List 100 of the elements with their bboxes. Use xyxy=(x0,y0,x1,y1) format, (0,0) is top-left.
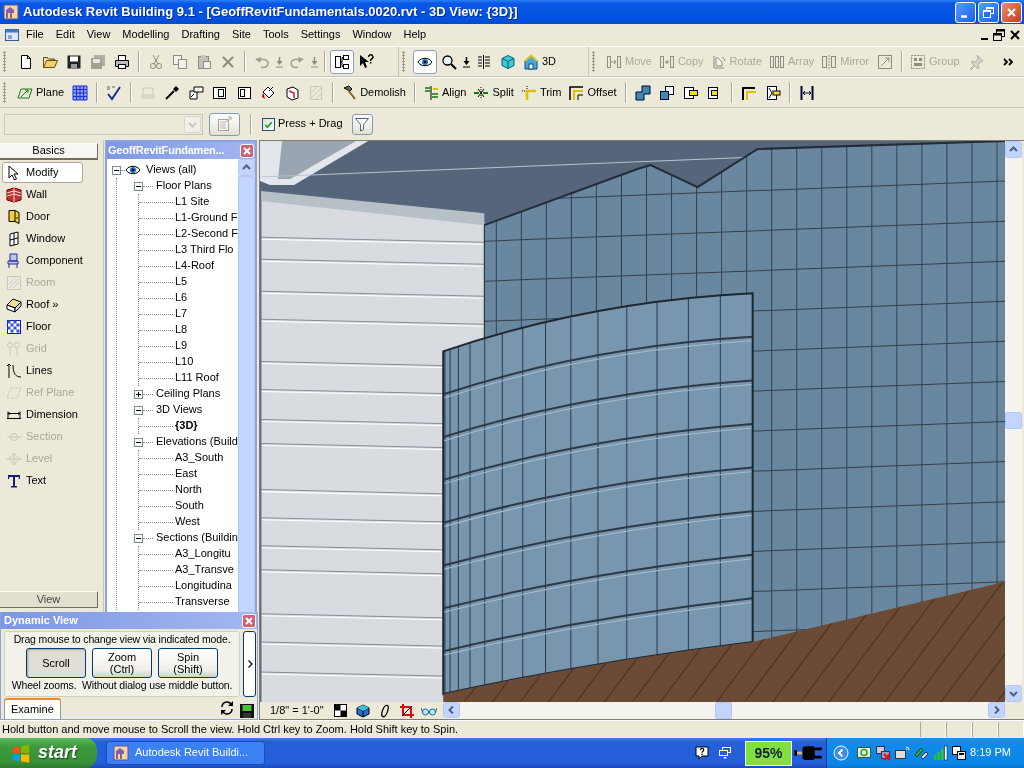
default-3d-button[interactable]: 3D xyxy=(520,49,561,74)
menu-item[interactable]: Tools xyxy=(256,27,295,43)
tree-item[interactable]: Views (all) xyxy=(145,163,198,177)
design-tool-button[interactable]: Window xyxy=(2,228,83,249)
tree-item[interactable]: East xyxy=(174,467,198,481)
tree-item[interactable]: L5 xyxy=(174,275,189,289)
battery-meter[interactable]: 95% xyxy=(745,740,792,766)
design-tool-button[interactable]: Lines xyxy=(2,360,83,381)
tree-item[interactable]: A3_South xyxy=(174,451,225,465)
trim-button[interactable]: Trim xyxy=(517,80,566,105)
design-bar-tab[interactable]: Basics xyxy=(0,143,98,160)
plane-button[interactable]: Plane xyxy=(14,80,69,105)
help-balloon-icon[interactable] xyxy=(694,745,710,761)
minus-box-icon[interactable] xyxy=(134,405,143,415)
minus-box-icon[interactable] xyxy=(134,181,143,191)
tree-item[interactable]: South xyxy=(174,499,205,513)
menu-item[interactable]: File xyxy=(20,27,50,43)
menu-item[interactable]: View xyxy=(80,27,117,43)
tree-item[interactable]: Ceiling Plans xyxy=(155,387,222,401)
tree-item[interactable]: West xyxy=(174,515,201,529)
close-button[interactable] xyxy=(1001,1,1022,23)
design-bar-tab[interactable]: View xyxy=(0,591,98,608)
press-drag-checkbox[interactable] xyxy=(262,117,275,131)
tree-item[interactable]: Transverse xyxy=(174,595,231,609)
shaded-cube-icon[interactable] xyxy=(354,702,371,719)
align-button[interactable]: Align xyxy=(420,80,471,105)
tree-item[interactable]: L1-Ground F xyxy=(174,211,238,225)
minus-box-icon[interactable] xyxy=(134,437,143,447)
view-scale-button[interactable]: 1/8" = 1'-0" xyxy=(270,703,327,718)
filter-button[interactable] xyxy=(351,113,373,135)
tray-expand-icon[interactable] xyxy=(833,745,849,761)
split-button[interactable]: Split xyxy=(470,80,518,105)
start-button[interactable]: start xyxy=(0,738,97,768)
tree-item[interactable]: Elevations (Build xyxy=(155,435,238,449)
tree-item[interactable]: {3D} xyxy=(174,419,199,433)
design-tool-button[interactable]: Wall xyxy=(2,184,83,205)
minimize-button[interactable] xyxy=(955,1,976,23)
tree-item[interactable]: L7 xyxy=(174,307,189,321)
tree-item[interactable]: Sections (Buildin xyxy=(155,531,238,545)
stacked-cards-icon[interactable] xyxy=(951,745,967,761)
network-error-icon[interactable] xyxy=(875,745,891,761)
wireless-computer-icon[interactable] xyxy=(894,745,910,761)
design-tool-button[interactable]: Door xyxy=(2,206,83,227)
tree-item[interactable]: L6 xyxy=(174,291,189,305)
monitor-sync-icon[interactable] xyxy=(856,745,872,761)
menu-item[interactable]: Modelling xyxy=(116,27,176,43)
tree-item[interactable]: L3 Third Flo xyxy=(174,243,235,257)
tree-item[interactable]: L9 xyxy=(174,339,189,353)
tree-item[interactable]: North xyxy=(174,483,203,497)
offset-button[interactable]: Offset xyxy=(565,80,621,105)
tree-item[interactable]: L4-Roof xyxy=(174,259,216,273)
toolbar-grip[interactable] xyxy=(402,51,405,72)
design-tool-button[interactable]: Floor xyxy=(2,316,83,337)
detail-level-icon[interactable] xyxy=(332,702,349,719)
tree-item[interactable]: A3_Longitu xyxy=(174,547,232,561)
tree-item[interactable]: A3_Transve xyxy=(174,563,235,577)
menu-item[interactable]: Drafting xyxy=(175,27,226,43)
design-tool-button[interactable]: Modify xyxy=(2,162,83,183)
tree-item[interactable]: Longitudina xyxy=(174,579,233,593)
hierarchy-toggle-button[interactable] xyxy=(330,49,354,74)
stacked-windows-icon[interactable] xyxy=(717,745,733,761)
plus-box-icon[interactable] xyxy=(134,389,143,399)
menu-item[interactable]: Help xyxy=(397,27,433,43)
menu-item[interactable]: Edit xyxy=(49,27,81,43)
refresh-arrows-icon[interactable] xyxy=(219,700,235,716)
menu-item[interactable]: Window xyxy=(346,27,398,43)
close-icon[interactable] xyxy=(1010,30,1020,40)
demolish-button[interactable]: Demolish xyxy=(338,80,410,105)
crop-region-icon[interactable] xyxy=(398,702,415,719)
restore-icon[interactable] xyxy=(993,29,1005,41)
tree-item[interactable]: L11 Roof xyxy=(174,371,220,385)
tree-item[interactable]: L8 xyxy=(174,323,189,337)
signal-bars-icon[interactable] xyxy=(932,745,948,761)
minus-box-icon[interactable] xyxy=(112,165,121,175)
toolbar-grip[interactable] xyxy=(592,51,595,72)
menu-item[interactable]: Site xyxy=(226,27,257,43)
document-window-icon[interactable] xyxy=(4,27,20,43)
dynamic-view-button[interactable] xyxy=(413,49,437,74)
diagonal-arrows-icon[interactable] xyxy=(913,745,929,761)
design-tool-button[interactable]: Text xyxy=(2,470,83,491)
scrollbar-thumb[interactable] xyxy=(1005,412,1022,429)
design-tool-button[interactable]: Roof » xyxy=(2,294,83,315)
tree-item[interactable]: Floor Plans xyxy=(155,179,213,193)
mode-button[interactable]: Zoom (Ctrl) xyxy=(92,647,152,678)
menu-item[interactable]: Settings xyxy=(294,27,347,43)
dialog-tab[interactable]: Examine xyxy=(4,698,61,719)
tree-item[interactable]: L1 Site xyxy=(174,195,211,209)
design-tool-button[interactable]: Dimension xyxy=(2,404,83,425)
toolbar-grip[interactable] xyxy=(3,82,6,103)
mode-button[interactable]: Scroll xyxy=(26,647,86,678)
design-tool-button[interactable]: Component xyxy=(2,250,83,271)
tree-item[interactable]: 3D Views xyxy=(155,403,204,417)
tree-item[interactable]: L10 xyxy=(174,355,195,369)
minus-box-icon[interactable] xyxy=(134,533,143,543)
expand-dialog-button[interactable] xyxy=(243,631,256,697)
taskbar-button[interactable]: Autodesk Revit Buildi... xyxy=(106,741,265,765)
mode-button[interactable]: Spin (Shift) xyxy=(158,647,218,678)
scrollbar-thumb[interactable] xyxy=(715,702,732,719)
restore-button[interactable] xyxy=(978,1,999,23)
tree-item[interactable]: L2-Second F xyxy=(174,227,238,241)
